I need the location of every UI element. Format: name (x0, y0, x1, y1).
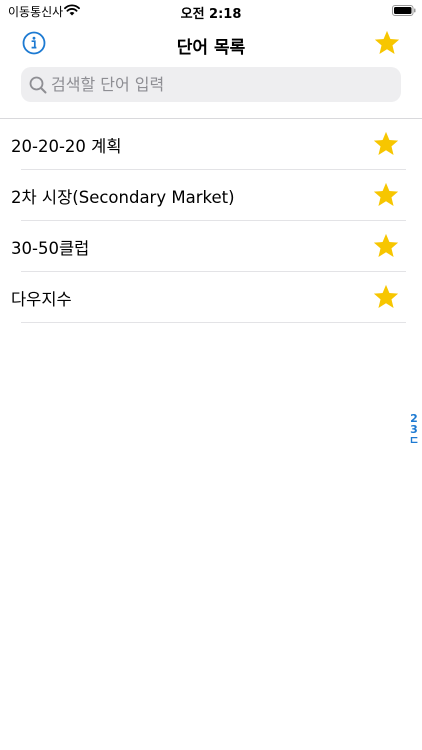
navigation-bar: 단어 목록 (0, 26, 422, 62)
list-item[interactable]: 2차 시장(Secondary Market) (0, 170, 422, 221)
section-index-item[interactable]: ㄷ (407, 435, 421, 446)
star-icon[interactable] (372, 181, 400, 209)
search-input[interactable] (51, 67, 391, 102)
search-icon (29, 76, 47, 94)
search-field[interactable] (21, 67, 401, 102)
list-item-label: 2차 시장(Secondary Market) (11, 188, 235, 207)
star-icon[interactable] (372, 232, 400, 260)
star-icon[interactable] (372, 130, 400, 158)
star-icon[interactable] (372, 283, 400, 311)
status-bar: 이동통신사 오전 2:18 (0, 0, 422, 22)
list-item[interactable]: 다우지수 (0, 272, 422, 323)
list-item[interactable]: 20-20-20 계획 (0, 119, 422, 170)
row-separator (21, 322, 406, 323)
list-item-label: 20-20-20 계획 (11, 137, 122, 156)
status-time: 오전 2:18 (180, 7, 242, 22)
page-title: 단어 목록 (176, 38, 246, 58)
star-icon[interactable] (373, 29, 401, 57)
section-index[interactable]: 2 3 ㄷ (407, 413, 421, 446)
word-list: 20-20-20 계획 2차 시장(Secondary Market) 30-5… (0, 119, 422, 323)
list-item-label: 30-50클럽 (11, 239, 90, 258)
list-item-label: 다우지수 (11, 290, 72, 309)
list-item[interactable]: 30-50클럽 (0, 221, 422, 272)
battery-icon (392, 5, 416, 16)
